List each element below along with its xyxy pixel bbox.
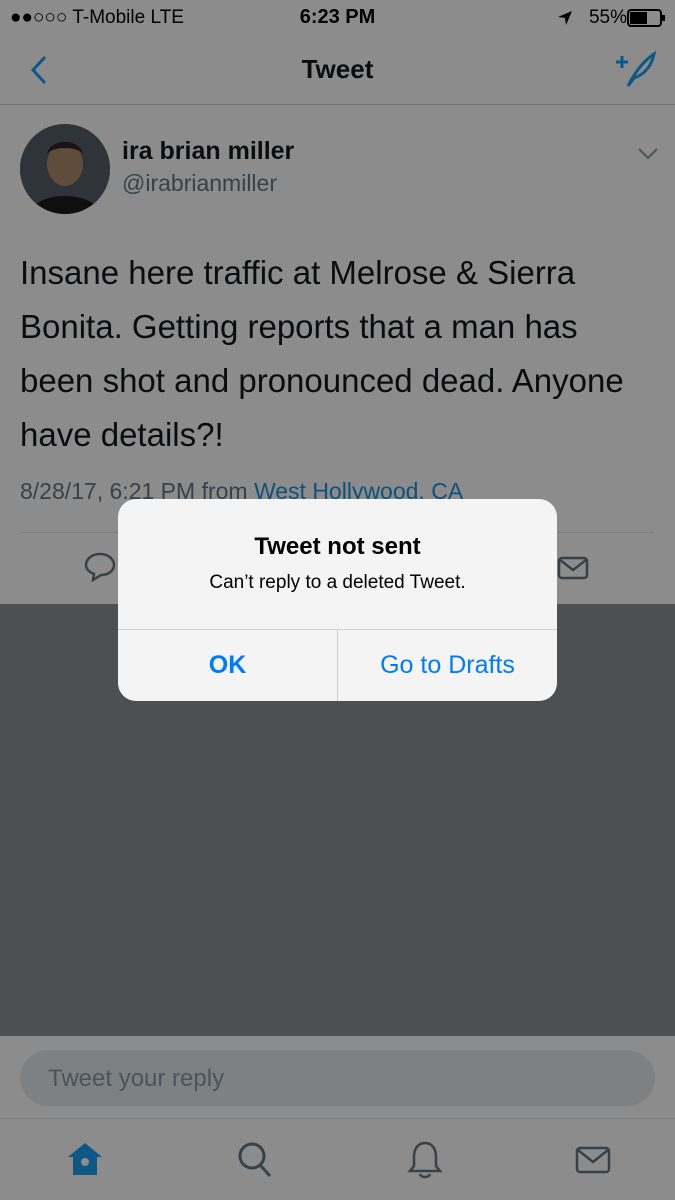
alert-title: Tweet not sent — [254, 533, 421, 560]
alert-message: Can’t reply to a deleted Tweet. — [209, 572, 466, 593]
ok-button[interactable]: OK — [118, 630, 337, 701]
go-to-drafts-button[interactable]: Go to Drafts — [338, 630, 557, 701]
alert-dialog: Tweet not sent Can’t reply to a deleted … — [118, 499, 557, 701]
